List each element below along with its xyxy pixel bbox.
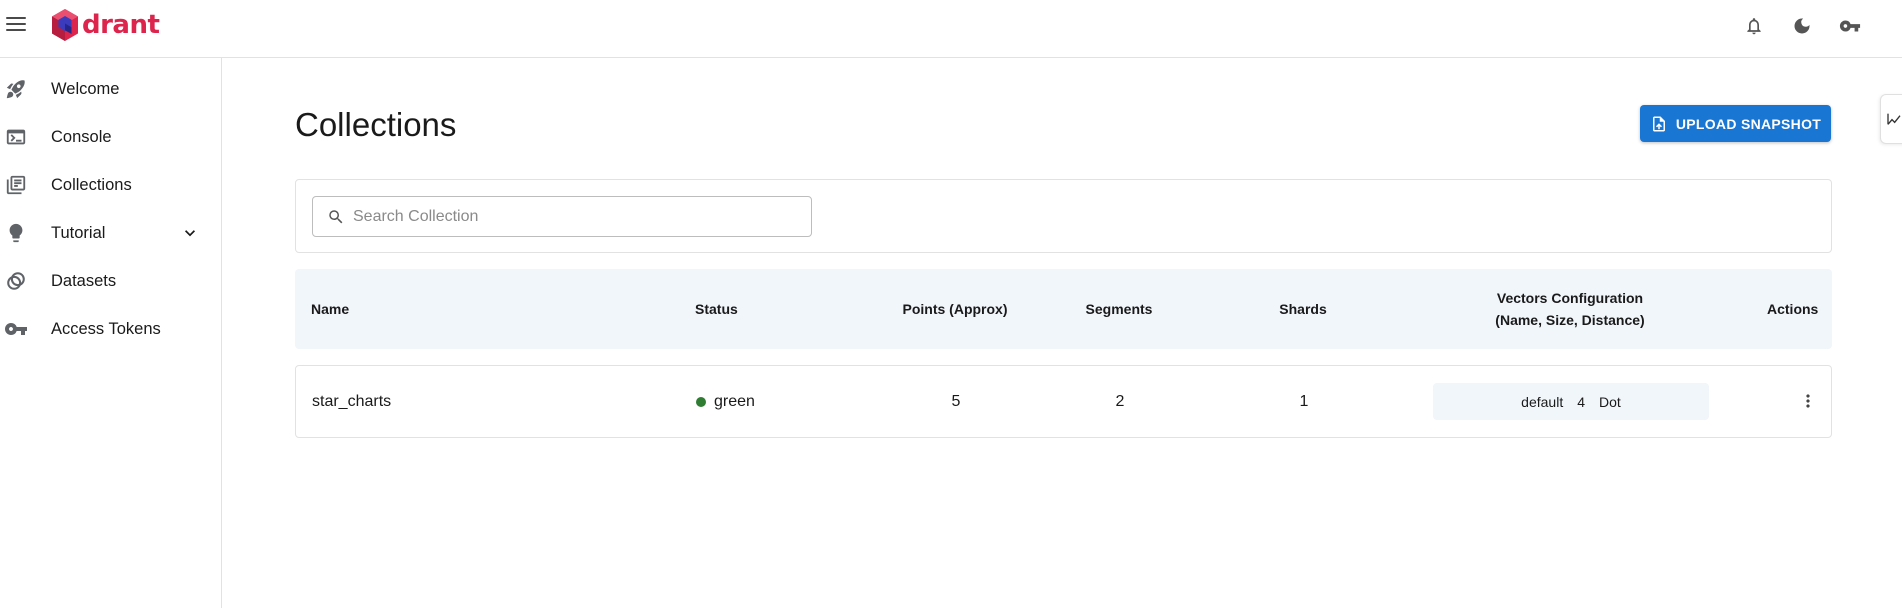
more-vert-icon[interactable] [1796, 389, 1820, 413]
line-chart-icon [1886, 111, 1902, 127]
side-drawer-toggle[interactable] [1880, 94, 1902, 144]
sidebar-item-tutorial[interactable]: Tutorial [0, 209, 221, 257]
sidebar-item-collections[interactable]: Collections [0, 161, 221, 209]
status-dot [696, 396, 706, 407]
vector-name: default [1521, 393, 1564, 410]
sidebar-item-access-tokens[interactable]: Access Tokens [0, 305, 221, 353]
sidebar-item-console[interactable]: Console [0, 113, 221, 161]
upload-snapshot-label: UPLOAD SNAPSHOT [1675, 115, 1822, 132]
datasets-icon [4, 269, 28, 293]
search-field[interactable] [312, 196, 812, 237]
status-cell: green [696, 366, 755, 437]
chevron-down-icon[interactable] [180, 223, 200, 243]
vector-distance: Dot [1599, 393, 1621, 410]
library-icon [4, 173, 28, 197]
column-header-name[interactable]: Name [311, 269, 349, 349]
column-header-actions: Actions [1767, 301, 1819, 317]
table-row[interactable]: star_charts green 5 2 1 default 4 Dot [295, 365, 1832, 438]
table-header: Name Status Points (Approx) Segments Sha… [295, 269, 1832, 349]
segments-value: 2 [1115, 392, 1125, 410]
sidebar-item-datasets[interactable]: Datasets [0, 257, 221, 305]
file-upload-icon [1650, 115, 1668, 133]
qdrant-logo-mark-icon [52, 9, 78, 41]
column-header-shards[interactable]: Shards [1223, 269, 1383, 349]
key-icon [4, 317, 28, 341]
shards-value: 1 [1299, 392, 1309, 410]
sidebar-item-label: Tutorial [51, 223, 106, 242]
collection-name[interactable]: star_charts [312, 366, 391, 437]
search-card [295, 179, 1832, 253]
qdrant-logo[interactable]: drant [50, 6, 160, 44]
status-text: green [714, 392, 755, 410]
sidebar-nav: Welcome Console Collections Tutorial Dat… [0, 58, 222, 608]
column-header-vectors: Vectors Configuration (Name, Size, Dista… [1432, 269, 1708, 349]
column-header-points[interactable]: Points (Approx) [855, 269, 1055, 349]
upload-snapshot-button[interactable]: UPLOAD SNAPSHOT [1640, 105, 1831, 142]
vectors-config-chip: default 4 Dot [1433, 383, 1709, 420]
column-header-status[interactable]: Status [695, 269, 738, 349]
search-icon [327, 208, 345, 226]
lightbulb-icon [4, 221, 28, 245]
sidebar-item-label: Access Tokens [51, 319, 161, 338]
column-header-vectors-title: Vectors Configuration [1496, 289, 1644, 306]
terminal-icon [4, 125, 28, 149]
rocket-icon [4, 77, 28, 101]
bell-icon[interactable] [1742, 14, 1766, 38]
page-title: Collections [295, 106, 457, 143]
sidebar-item-label: Welcome [51, 79, 120, 98]
sidebar-item-label: Collections [51, 175, 132, 194]
logo-text: drant [82, 10, 160, 40]
hamburger-menu-icon[interactable] [6, 17, 26, 33]
sidebar-item-label: Console [51, 127, 112, 146]
key-icon[interactable] [1838, 14, 1862, 38]
moon-icon[interactable] [1790, 14, 1814, 38]
vector-size: 4 [1577, 393, 1586, 410]
points-value: 5 [951, 392, 961, 410]
search-input[interactable] [353, 197, 803, 236]
sidebar-item-welcome[interactable]: Welcome [0, 65, 221, 113]
column-header-segments[interactable]: Segments [1039, 269, 1199, 349]
sidebar-item-label: Datasets [51, 271, 117, 290]
main-content: Collections UPLOAD SNAPSHOT Name Status … [222, 58, 1902, 608]
column-header-vectors-subtitle: (Name, Size, Distance) [1495, 312, 1645, 328]
top-app-bar: drant [0, 0, 1902, 58]
